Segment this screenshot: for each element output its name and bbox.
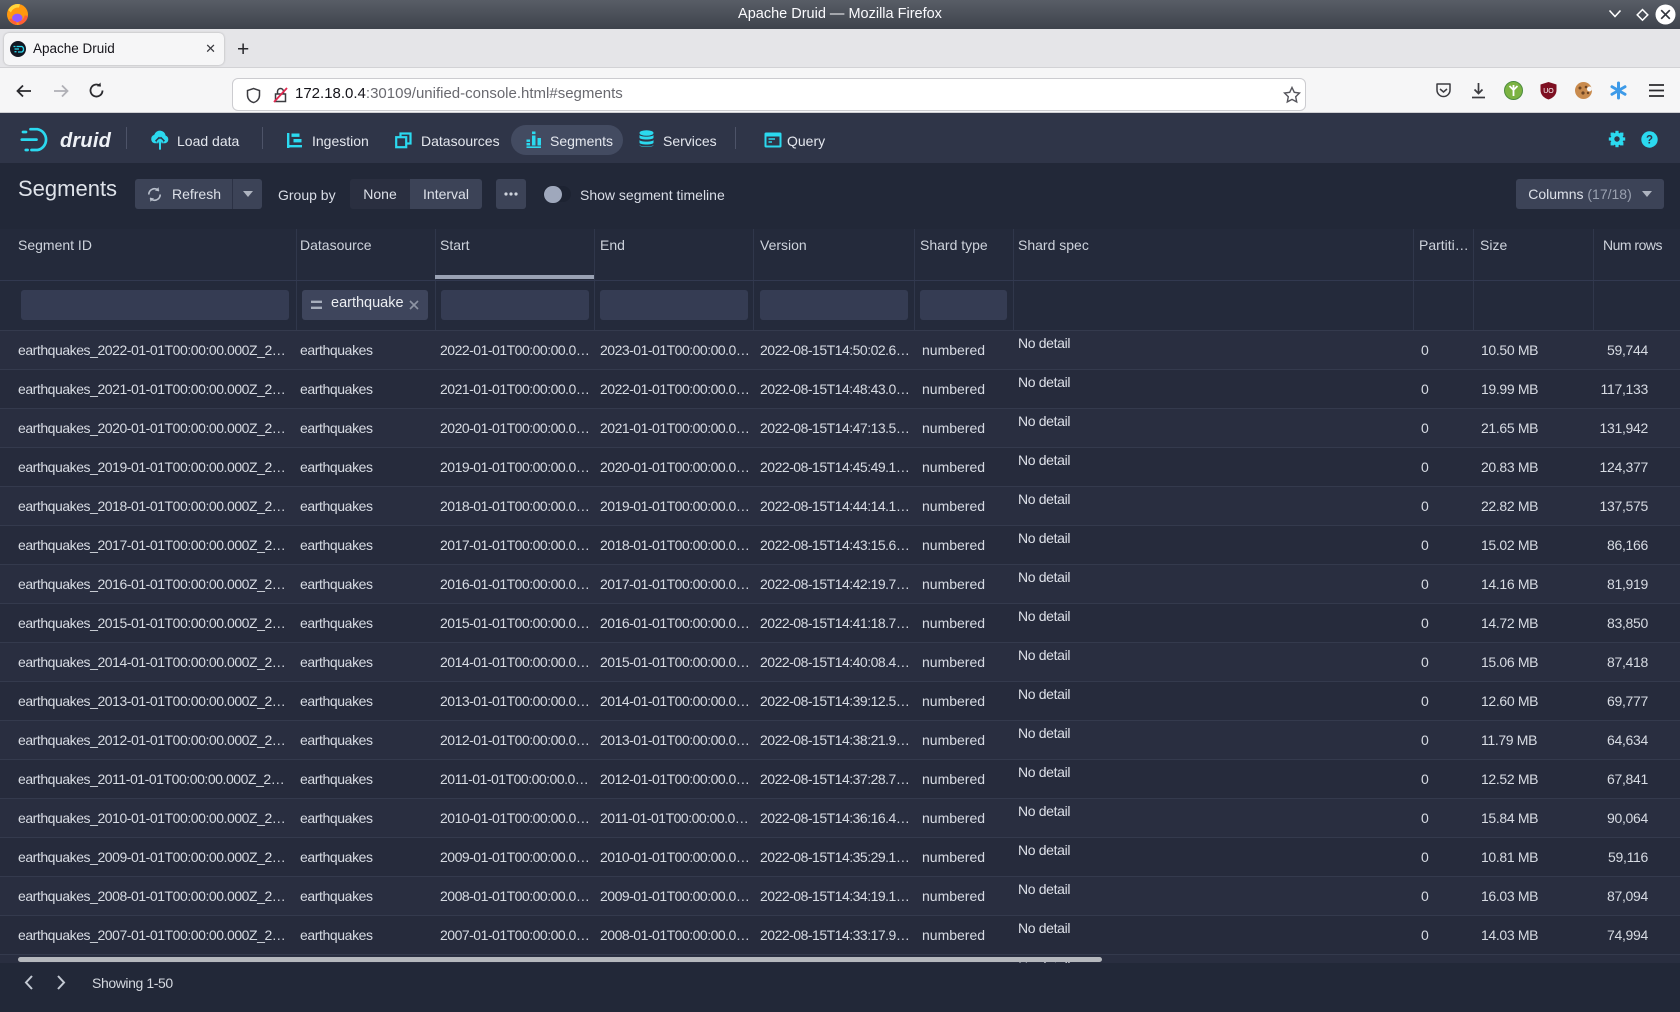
svg-text:UO: UO xyxy=(1543,88,1554,95)
svg-text:?: ? xyxy=(1646,135,1653,147)
